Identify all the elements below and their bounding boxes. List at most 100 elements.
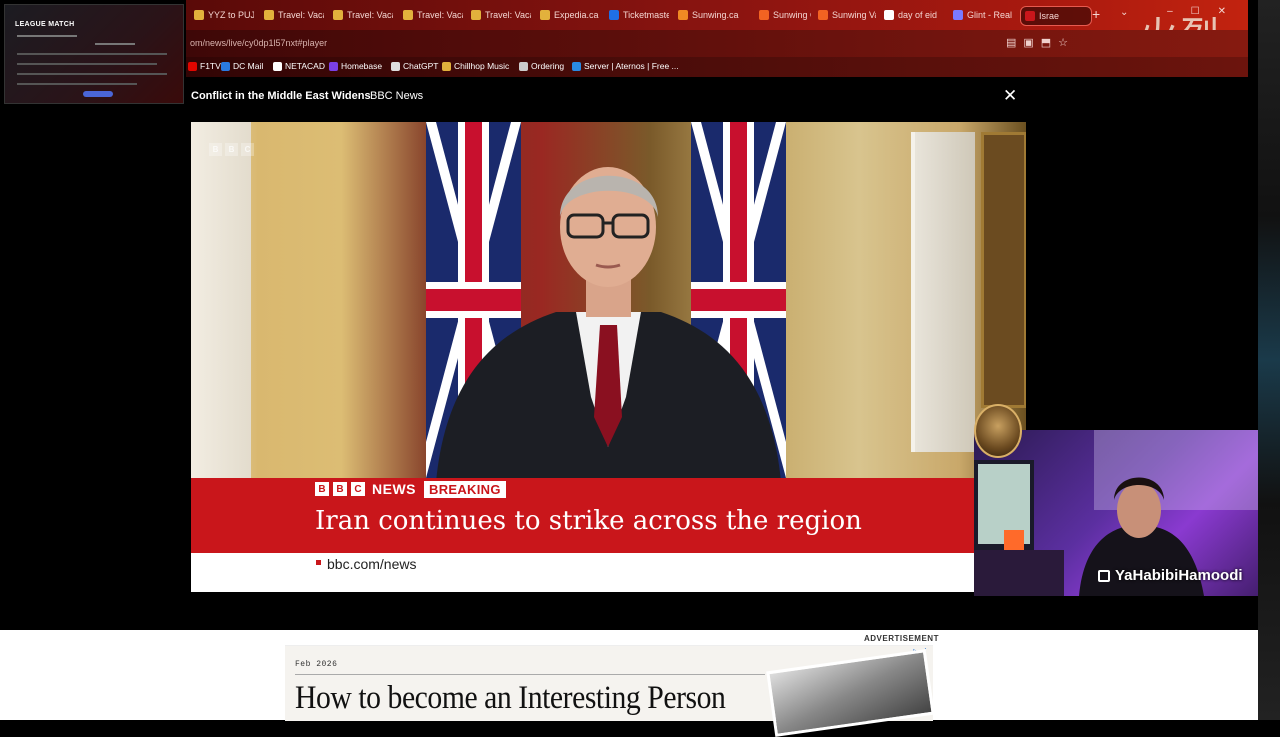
bookmark-item[interactable]: Homebase: [329, 61, 382, 71]
painting-frame: [981, 132, 1026, 408]
bookmark-favicon-icon: [329, 61, 338, 71]
overlay-line: [95, 43, 135, 45]
streamer-avatar: [974, 404, 1022, 458]
tab-list-chevron-icon[interactable]: ⌄: [1120, 7, 1128, 18]
bookmark-item[interactable]: Chillhop Music: [442, 61, 509, 71]
ad-divider: [295, 674, 765, 675]
overlay-line: [17, 35, 77, 37]
ad-date: Feb 2026: [295, 660, 338, 669]
window: [911, 132, 975, 452]
overlay-button: [83, 91, 113, 97]
speaker-figure: [436, 167, 781, 482]
bookmark-item[interactable]: ChatGPT: [391, 61, 438, 71]
tab-label: Sunwing.ca: [692, 10, 739, 20]
tab-favicon-icon: [194, 10, 204, 20]
tab-favicon-icon: [403, 10, 413, 20]
tab-favicon-icon: [609, 10, 619, 20]
tab-label: Travel: Vaca: [347, 10, 393, 20]
browser-tab[interactable]: Expedia.ca: [540, 6, 600, 24]
streamer-handle: YaHabibiHamoodi: [1098, 567, 1243, 584]
bookmark-label: Ordering: [531, 61, 565, 71]
address-bar-icons[interactable]: ▤▣⬒☆: [1006, 36, 1075, 49]
site-url: bbc.com/news: [327, 556, 417, 572]
close-icon[interactable]: ✕: [1003, 86, 1017, 106]
bookmark-item[interactable]: F1TV: [188, 61, 221, 71]
breaking-badge: BREAKING: [424, 480, 506, 498]
bookmark-favicon-icon: [273, 61, 282, 71]
tab-favicon-icon: [471, 10, 481, 20]
bookmark-item[interactable]: Server | Aternos | Free ...: [572, 61, 679, 71]
browser-tab[interactable]: Travel: Vaca: [333, 6, 393, 24]
tab-label: Travel: Vaca: [485, 10, 531, 20]
advertisement-label: ADVERTISEMENT: [864, 634, 939, 643]
browser-tab-bar: YYZ to PUJ Travel: Vaca Travel: Vaca Travel…: [186, 0, 1248, 30]
tab-label: Sunwing Va: [832, 10, 876, 20]
brand-word: NEWS: [372, 481, 416, 497]
url-strip: [191, 553, 974, 592]
tab-favicon-icon: [818, 10, 828, 20]
address-bar[interactable]: om/news/live/cy0dp1l57nxt#player ▤▣⬒☆: [186, 30, 1248, 57]
bookmark-item[interactable]: DC Mail: [221, 61, 263, 71]
desktop-edge: [1258, 0, 1280, 720]
bbc-watermark: B B C: [209, 143, 254, 156]
overlay-line: [17, 83, 137, 85]
bookmark-label: F1TV: [200, 61, 221, 71]
bookmark-label: Chillhop Music: [454, 61, 510, 71]
bookmark-label: DC Mail: [233, 61, 264, 71]
brand-letter: B: [315, 482, 329, 496]
door: [191, 122, 251, 478]
tab-label: YYZ to PUJ: [208, 10, 254, 20]
tab-favicon-icon: [264, 10, 274, 20]
bookmarks-bar: F1TV DC Mail NETACAD Homebase ChatGPT Chillho…: [186, 57, 1248, 77]
ad-headline[interactable]: How to become an Interesting Person: [295, 680, 726, 717]
streamer-handle-text: YaHabibiHamoodi: [1115, 567, 1243, 584]
tab-label: Expedia.ca: [554, 10, 599, 20]
browser-tab[interactable]: Travel: Vaca: [264, 6, 324, 24]
browser-tab[interactable]: YYZ to PUJ: [194, 6, 254, 24]
video-frame: B B C: [191, 122, 1026, 482]
video-player[interactable]: B B C B B C NEWS BREAKING Iran continues…: [191, 122, 1026, 592]
tab-favicon-icon: [540, 10, 550, 20]
browser-tab[interactable]: Travel: Vaca: [471, 6, 531, 24]
bookmark-favicon-icon: [572, 61, 581, 71]
tab-favicon-icon: [884, 10, 894, 20]
tab-label: Sunwing G: [773, 10, 811, 20]
watermark-letter: B: [225, 143, 238, 156]
bookmark-favicon-icon: [391, 61, 400, 71]
bookmark-label: Server | Aternos | Free ...: [584, 61, 679, 71]
tab-label: Travel: Vaca: [278, 10, 324, 20]
tab-label: day of eid: [898, 10, 938, 20]
tab-favicon-icon: [953, 10, 963, 20]
overlay-line: [17, 73, 167, 75]
bookmark-item[interactable]: Ordering: [519, 61, 564, 71]
watermark-letter: C: [241, 143, 254, 156]
league-match-title: LEAGUE MATCH: [15, 21, 75, 28]
twitch-icon: [1098, 569, 1110, 582]
tab-label: Israe: [1039, 11, 1060, 21]
browser-tab[interactable]: Ticketmaster: [609, 6, 669, 24]
brand-letter: C: [351, 482, 365, 496]
tab-favicon-icon: [678, 10, 688, 20]
bookmark-favicon-icon: [188, 61, 197, 71]
tab-favicon-icon: [333, 10, 343, 20]
overlay-line: [17, 63, 157, 65]
url-text[interactable]: om/news/live/cy0dp1l57nxt#player: [190, 38, 327, 48]
brand-letter: B: [333, 482, 347, 496]
browser-tab[interactable]: day of eid: [884, 6, 944, 24]
tab-label: Ticketmaster: [623, 10, 669, 20]
browser-tab[interactable]: Sunwing Va: [818, 6, 876, 24]
bookmark-favicon-icon: [442, 61, 451, 71]
browser-tab[interactable]: Glint - Real: [953, 6, 1013, 24]
bookmark-label: ChatGPT: [403, 61, 439, 71]
league-match-overlay: LEAGUE MATCH: [4, 4, 184, 104]
tab-favicon-icon: [759, 10, 769, 20]
bookmark-label: Homebase: [341, 61, 383, 71]
bookmark-label: NETACAD: [285, 61, 325, 71]
browser-tab[interactable]: Sunwing G: [759, 6, 811, 24]
browser-tab[interactable]: Sunwing.ca: [678, 6, 748, 24]
bookmark-item[interactable]: NETACAD: [273, 61, 325, 71]
new-tab-icon[interactable]: +: [1092, 6, 1100, 22]
browser-tab[interactable]: Israe: [1020, 6, 1092, 26]
browser-tab[interactable]: Travel: Vaca: [403, 6, 463, 24]
video-title: Conflict in the Middle East Widens: [191, 90, 371, 102]
